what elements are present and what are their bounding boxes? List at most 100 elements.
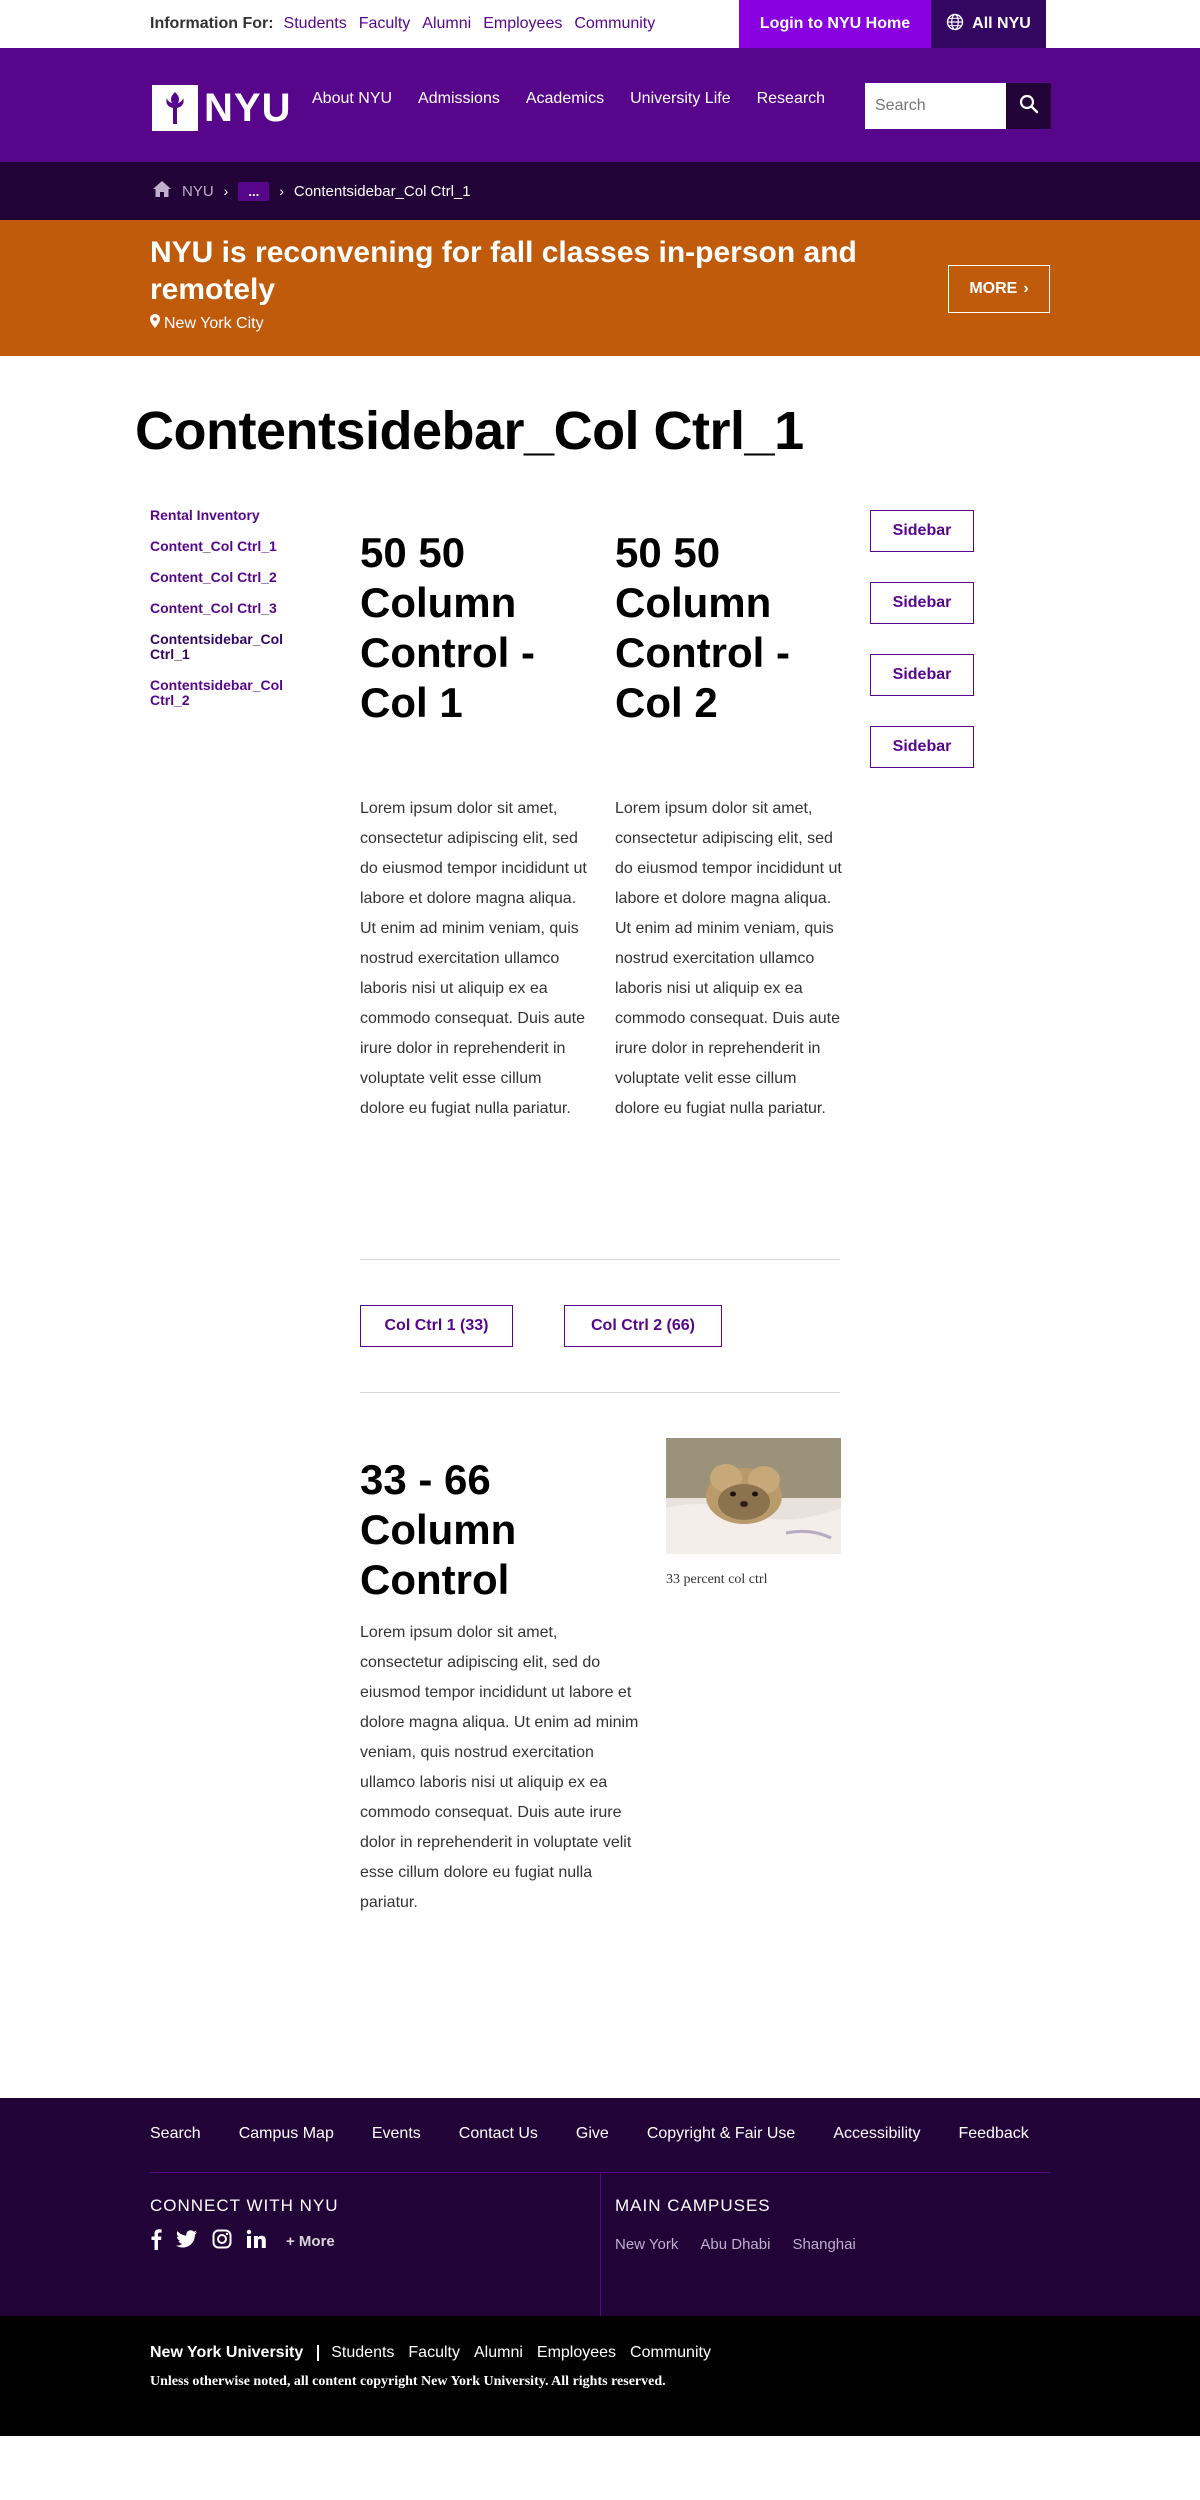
more-social-link[interactable]: + More	[286, 2233, 335, 2250]
column-2-body: Lorem ipsum dolor sit amet, consectetur …	[615, 800, 842, 1117]
footer-link-campus-map[interactable]: Campus Map	[239, 2125, 334, 2143]
bottom-link-community[interactable]: Community	[630, 2344, 711, 2362]
breadcrumb-nyu[interactable]: NYU	[182, 183, 214, 200]
audience-link-faculty[interactable]: Faculty	[359, 15, 411, 33]
nav-admissions[interactable]: Admissions	[418, 90, 500, 108]
bottom-link-alumni[interactable]: Alumni	[474, 2344, 523, 2362]
footer-link-search[interactable]: Search	[150, 2125, 201, 2143]
twitter-icon[interactable]	[176, 2230, 198, 2253]
breadcrumb-current: Contentsidebar_Col Ctrl_1	[293, 182, 471, 200]
sidebar-button[interactable]: Sidebar	[870, 654, 974, 696]
facebook-icon[interactable]	[150, 2228, 162, 2255]
university-name[interactable]: New York University	[150, 2344, 303, 2362]
section-nav-item[interactable]: Contentsidebar_Col Ctrl_2	[150, 678, 310, 708]
divider	[360, 1259, 840, 1260]
chevron-right-icon: ›	[1023, 280, 1029, 297]
search-icon	[1019, 94, 1039, 119]
bottom-link-employees[interactable]: Employees	[537, 2344, 616, 2362]
alert-location-text: New York City	[164, 314, 264, 332]
section-nav-item[interactable]: Content_Col Ctrl_2	[150, 570, 310, 585]
dog-photo	[666, 1438, 841, 1554]
all-nyu-button[interactable]: All NYU	[931, 0, 1046, 48]
column-1-body: Lorem ipsum dolor sit amet, consectetur …	[360, 800, 587, 1117]
campus-link-abu-dhabi[interactable]: Abu Dhabi	[700, 2236, 770, 2253]
login-nyu-home-button[interactable]: Login to NYU Home	[739, 0, 931, 48]
alert-location: New York City	[150, 314, 264, 333]
bottom-link-faculty[interactable]: Faculty	[408, 2344, 460, 2362]
footer-link-contact[interactable]: Contact Us	[459, 2125, 538, 2143]
sidebar: Sidebar Sidebar Sidebar Sidebar	[870, 510, 974, 798]
home-icon[interactable]	[152, 180, 172, 202]
nav-research[interactable]: Research	[757, 90, 825, 108]
copyright-text: Unless otherwise noted, all content copy…	[150, 2374, 666, 2389]
photo-caption: 33 percent col ctrl	[666, 1572, 768, 1587]
divider	[360, 1392, 840, 1393]
footer-vertical-divider	[600, 2172, 601, 2316]
search-input[interactable]	[865, 83, 1006, 129]
chevron-right-icon: ›	[279, 183, 284, 199]
information-for-label: Information For:	[150, 15, 274, 32]
column-2: 50 50 Column Control - Col 2 Lorem ipsum…	[615, 528, 845, 1117]
section-nav-item[interactable]: Content_Col Ctrl_3	[150, 601, 310, 616]
social-links: + More	[150, 2228, 335, 2255]
col-ctrl-1-button[interactable]: Col Ctrl 1 (33)	[360, 1305, 513, 1347]
nav-about[interactable]: About NYU	[312, 90, 392, 108]
section-nav-item[interactable]: Rental Inventory	[150, 508, 310, 523]
section-33-66-body: Lorem ipsum dolor sit amet, consectetur …	[360, 1624, 639, 1911]
audience-link-employees[interactable]: Employees	[483, 15, 562, 33]
footer-link-events[interactable]: Events	[372, 2125, 421, 2143]
column-1: 50 50 Column Control - Col 1 Lorem ipsum…	[360, 528, 590, 1117]
col-ctrl-2-button[interactable]: Col Ctrl 2 (66)	[564, 1305, 722, 1347]
breadcrumb: NYU › ... › Contentsidebar_Col Ctrl_1	[0, 162, 1200, 220]
more-button[interactable]: MORE ›	[948, 265, 1050, 313]
search-button[interactable]	[1006, 83, 1051, 129]
all-nyu-label: All NYU	[972, 15, 1031, 32]
nav-academics[interactable]: Academics	[526, 90, 604, 108]
utility-bar: Information For: Students Faculty Alumni…	[0, 0, 1200, 48]
bottom-link-students[interactable]: Students	[331, 2344, 394, 2362]
column-1-heading: 50 50 Column Control - Col 1	[360, 529, 535, 726]
main-nav: About NYU Admissions Academics Universit…	[312, 90, 825, 108]
alert-banner: NYU is reconvening for fall classes in-p…	[0, 220, 1200, 356]
divider	[317, 2345, 320, 2361]
campuses-heading: MAIN CAMPUSES	[615, 2196, 771, 2215]
breadcrumb-ellipsis[interactable]: ...	[238, 181, 270, 201]
footer-link-give[interactable]: Give	[576, 2125, 609, 2143]
globe-icon	[946, 13, 964, 36]
site-header: NYU About NYU Admissions Academics Unive…	[0, 48, 1200, 162]
column-2-heading: 50 50 Column Control - Col 2	[615, 529, 790, 726]
nyu-logo[interactable]: NYU	[152, 84, 291, 132]
more-label: MORE	[969, 280, 1018, 297]
torch-icon	[152, 85, 198, 131]
linkedin-icon[interactable]	[246, 2229, 266, 2254]
footer-links: Search Campus Map Events Contact Us Give…	[150, 2125, 1029, 2143]
alert-title: NYU is reconvening for fall classes in-p…	[150, 236, 857, 306]
section-nav: Rental Inventory Content_Col Ctrl_1 Cont…	[150, 508, 310, 724]
section-nav-item-active[interactable]: Contentsidebar_Col Ctrl_1	[150, 632, 310, 662]
logo-text: NYU	[204, 85, 292, 130]
section-33-66-heading: 33 - 66 Column Control	[360, 1456, 517, 1603]
audience-link-alumni[interactable]: Alumni	[422, 15, 471, 33]
section-nav-item[interactable]: Content_Col Ctrl_1	[150, 539, 310, 554]
sidebar-button[interactable]: Sidebar	[870, 510, 974, 552]
audience-link-community[interactable]: Community	[574, 15, 655, 33]
information-for: Information For: Students Faculty Alumni…	[150, 0, 667, 48]
footer-link-feedback[interactable]: Feedback	[958, 2125, 1028, 2143]
campus-link-new-york[interactable]: New York	[615, 2236, 678, 2253]
footer-link-accessibility[interactable]: Accessibility	[833, 2125, 920, 2143]
map-pin-icon	[150, 314, 160, 333]
nav-university-life[interactable]: University Life	[630, 90, 730, 108]
connect-heading: CONNECT WITH NYU	[150, 2196, 339, 2215]
footer-link-copyright[interactable]: Copyright & Fair Use	[647, 2125, 796, 2143]
audience-link-students[interactable]: Students	[284, 15, 347, 33]
campus-links: New York Abu Dhabi Shanghai	[615, 2236, 856, 2253]
bottom-links: New York University Students Faculty Alu…	[150, 2344, 725, 2362]
chevron-right-icon: ›	[223, 183, 229, 199]
sidebar-button[interactable]: Sidebar	[870, 582, 974, 624]
sidebar-button[interactable]: Sidebar	[870, 726, 974, 768]
bottom-bar: New York University Students Faculty Alu…	[0, 2316, 1200, 2436]
instagram-icon[interactable]	[212, 2229, 232, 2254]
campus-link-shanghai[interactable]: Shanghai	[792, 2236, 855, 2253]
search-form	[865, 83, 1051, 129]
page-title: Contentsidebar_Col Ctrl_1	[135, 401, 804, 461]
